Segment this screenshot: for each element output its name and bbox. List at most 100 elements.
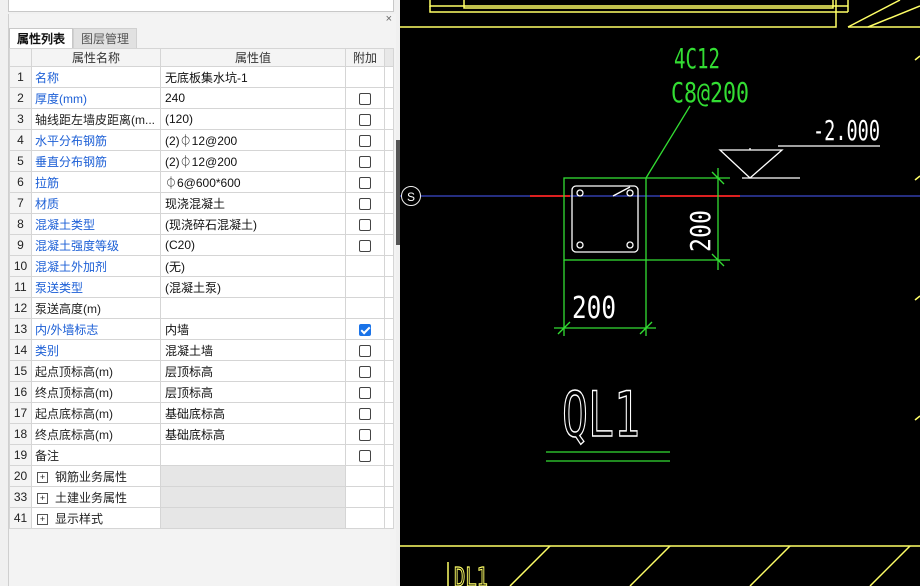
attach-checkbox[interactable] xyxy=(359,365,371,378)
group-label: 土建业务属性 xyxy=(55,490,128,505)
attach-cell xyxy=(345,234,385,256)
rebar-dot xyxy=(576,241,584,249)
property-name: 混凝土外加剂 xyxy=(31,255,161,277)
attach-checkbox[interactable] xyxy=(359,155,371,168)
property-value[interactable]: (现浇碎石混凝土) xyxy=(160,213,346,235)
table-row[interactable]: 13 内/外墙标志 内墙 xyxy=(9,318,394,340)
property-value[interactable]: 内墙 xyxy=(160,318,346,340)
group-row[interactable]: 41 + 显示样式 xyxy=(9,507,394,529)
column-header-spacer xyxy=(384,48,394,67)
attach-checkbox[interactable] xyxy=(359,218,371,231)
table-row[interactable]: 17 起点底标高(m) 基础底标高 xyxy=(9,402,394,424)
attach-checkbox[interactable] xyxy=(359,386,371,399)
section-outline xyxy=(563,177,647,261)
property-name: 泵送高度(m) xyxy=(31,297,161,319)
property-value[interactable]: (无) xyxy=(160,255,346,277)
row-spacer xyxy=(384,234,394,256)
table-row[interactable]: 16 终点顶标高(m) 层顶标高 xyxy=(9,381,394,403)
table-row[interactable]: 12 泵送高度(m) xyxy=(9,297,394,319)
table-row[interactable]: 18 终点底标高(m) 基础底标高 xyxy=(9,423,394,445)
attach-checkbox[interactable] xyxy=(359,197,371,210)
property-name: 备注 xyxy=(31,444,161,466)
tab-property-list[interactable]: 属性列表 xyxy=(9,28,74,48)
yellow-frame-line xyxy=(400,0,837,28)
attach-checkbox[interactable] xyxy=(359,323,371,336)
attach-checkbox[interactable] xyxy=(359,113,371,126)
table-row[interactable]: 11 泵送类型 (混凝土泵) xyxy=(9,276,394,298)
group-row[interactable]: 33 + 土建业务属性 xyxy=(9,486,394,508)
attach-cell xyxy=(345,150,385,172)
expand-icon[interactable]: + xyxy=(37,471,48,483)
property-name: 终点底标高(m) xyxy=(31,423,161,445)
property-value[interactable]: (120) xyxy=(160,108,346,130)
table-row[interactable]: 14 类别 混凝土墙 xyxy=(9,339,394,361)
attach-cell xyxy=(345,171,385,193)
attach-checkbox[interactable] xyxy=(359,92,371,105)
property-value[interactable]: 基础底标高 xyxy=(160,423,346,445)
attach-checkbox[interactable] xyxy=(359,134,371,147)
attach-cell xyxy=(345,297,385,319)
yellow-frame-line xyxy=(429,0,848,7)
property-value[interactable]: 混凝土墙 xyxy=(160,339,346,361)
row-index: 8 xyxy=(9,213,32,235)
close-icon[interactable]: × xyxy=(386,13,392,25)
row-spacer xyxy=(384,255,394,277)
table-row[interactable]: 6 拉筋 ⏀6@600*600 xyxy=(9,171,394,193)
table-row[interactable]: 2 厚度(mm) 240 xyxy=(9,87,394,109)
row-spacer xyxy=(384,402,394,424)
yellow-frame-line xyxy=(429,6,848,13)
group-row[interactable]: 20 + 钢筋业务属性 xyxy=(9,465,394,487)
table-row[interactable]: 4 水平分布钢筋 (2)⏀12@200 xyxy=(9,129,394,151)
table-row[interactable]: 5 垂直分布钢筋 (2)⏀12@200 xyxy=(9,150,394,172)
table-row[interactable]: 1 名称 无底板集水坑-1 xyxy=(9,66,394,88)
attach-checkbox[interactable] xyxy=(359,428,371,441)
panel-tabs: 属性列表 图层管理 xyxy=(9,28,138,48)
attach-cell xyxy=(345,486,385,508)
property-value[interactable] xyxy=(160,444,346,466)
table-row[interactable]: 19 备注 xyxy=(9,444,394,466)
dimension-horizontal-label: 200 xyxy=(572,291,616,326)
row-index: 14 xyxy=(9,339,32,361)
attach-checkbox[interactable] xyxy=(359,176,371,189)
property-value[interactable] xyxy=(160,297,346,319)
attach-checkbox[interactable] xyxy=(359,344,371,357)
property-value[interactable]: 层顶标高 xyxy=(160,360,346,382)
property-value[interactable]: 现浇混凝土 xyxy=(160,192,346,214)
yellow-tick xyxy=(914,55,920,61)
rebar-dot xyxy=(626,241,634,249)
member-tag: QL1 xyxy=(562,378,640,451)
attach-checkbox[interactable] xyxy=(359,407,371,420)
table-row[interactable]: 7 材质 现浇混凝土 xyxy=(9,192,394,214)
attach-checkbox[interactable] xyxy=(359,449,371,462)
property-value[interactable]: 基础底标高 xyxy=(160,402,346,424)
row-spacer xyxy=(384,381,394,403)
snap-marker-icon[interactable]: S xyxy=(401,186,421,206)
row-spacer xyxy=(384,465,394,487)
yellow-tick xyxy=(914,415,920,421)
attach-checkbox[interactable] xyxy=(359,239,371,252)
property-value[interactable]: 层顶标高 xyxy=(160,381,346,403)
property-name: 终点顶标高(m) xyxy=(31,381,161,403)
table-row[interactable]: 9 混凝土强度等级 (C20) xyxy=(9,234,394,256)
table-row[interactable]: 3 轴线距左墙皮距离(m... (120) xyxy=(9,108,394,130)
table-row[interactable]: 15 起点顶标高(m) 层顶标高 xyxy=(9,360,394,382)
cad-drawing-canvas[interactable]: 4C12 C8@200 200 200 -2.000 QL1 DL1 xyxy=(400,0,920,586)
property-name: 类别 xyxy=(31,339,161,361)
property-panel: × 属性列表 图层管理 属性名称 属性值 附加 1 名称 无底板集水坑-1 2 厚度(m… xyxy=(8,13,396,586)
property-value[interactable]: (2)⏀12@200 xyxy=(160,150,346,172)
property-value[interactable]: 无底板集水坑-1 xyxy=(160,66,346,88)
table-row[interactable]: 8 混凝土类型 (现浇碎石混凝土) xyxy=(9,213,394,235)
expand-icon[interactable]: + xyxy=(37,492,48,504)
property-name: 材质 xyxy=(31,192,161,214)
property-value[interactable]: (混凝土泵) xyxy=(160,276,346,298)
column-header-name: 属性名称 xyxy=(31,48,161,67)
table-row[interactable]: 10 混凝土外加剂 (无) xyxy=(9,255,394,277)
tab-layer-management[interactable]: 图层管理 xyxy=(73,28,138,48)
hatch-line xyxy=(629,545,671,586)
property-value[interactable]: 240 xyxy=(160,87,346,109)
group-name-cell: + 土建业务属性 xyxy=(31,486,161,508)
property-value[interactable]: (C20) xyxy=(160,234,346,256)
property-value[interactable]: (2)⏀12@200 xyxy=(160,129,346,151)
expand-icon[interactable]: + xyxy=(37,513,48,525)
property-value[interactable]: ⏀6@600*600 xyxy=(160,171,346,193)
